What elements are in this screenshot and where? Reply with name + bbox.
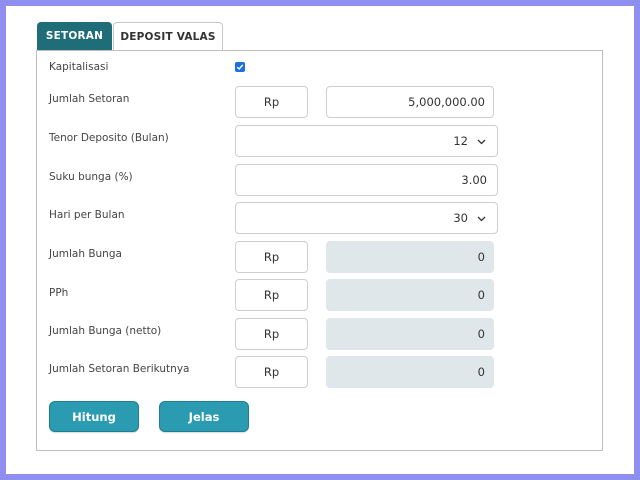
chevron-down-icon <box>477 139 486 144</box>
jelas-button[interactable]: Jelas <box>159 401 249 432</box>
jumlah-setoran-berikutnya-label: Jumlah Setoran Berikutnya <box>49 363 190 375</box>
jumlah-setoran-berikutnya-currency: Rp <box>235 356 308 388</box>
pph-currency: Rp <box>235 279 308 311</box>
pph-output: 0 <box>326 279 494 311</box>
page: SETORAN DEPOSIT VALAS Kapitalisasi Jumla… <box>6 6 634 474</box>
kapitalisasi-checkbox[interactable] <box>235 62 245 72</box>
jumlah-bunga-currency: Rp <box>235 241 308 273</box>
jumlah-setoran-berikutnya-output: 0 <box>326 356 494 388</box>
hari-per-bulan-value: 30 <box>453 211 468 225</box>
tenor-label: Tenor Deposito (Bulan) <box>49 132 169 144</box>
tab-deposit-valas[interactable]: DEPOSIT VALAS <box>113 22 223 50</box>
jumlah-bunga-output: 0 <box>326 241 494 273</box>
jumlah-bunga-netto-currency: Rp <box>235 318 308 350</box>
jumlah-bunga-netto-label: Jumlah Bunga (netto) <box>49 325 162 337</box>
hari-per-bulan-label: Hari per Bulan <box>49 209 125 221</box>
kapitalisasi-label: Kapitalisasi <box>49 61 109 73</box>
jumlah-bunga-label: Jumlah Bunga <box>49 248 122 260</box>
hari-per-bulan-select[interactable]: 30 <box>235 202 498 234</box>
hitung-button[interactable]: Hitung <box>49 401 139 432</box>
jumlah-setoran-label: Jumlah Setoran <box>49 93 130 105</box>
suku-bunga-input[interactable]: 3.00 <box>235 164 498 196</box>
tenor-select[interactable]: 12 <box>235 125 498 157</box>
tab-setoran[interactable]: SETORAN <box>37 22 112 50</box>
checkmark-icon <box>236 64 244 71</box>
chevron-down-icon <box>477 216 486 221</box>
tenor-value: 12 <box>453 134 468 148</box>
suku-bunga-label: Suku bunga (%) <box>49 171 133 183</box>
jumlah-setoran-input[interactable]: 5,000,000.00 <box>326 86 494 118</box>
pph-label: PPh <box>49 287 69 299</box>
jumlah-setoran-currency: Rp <box>235 86 308 118</box>
jumlah-bunga-netto-output: 0 <box>326 318 494 350</box>
deposit-form-panel: Kapitalisasi Jumlah Setoran Rp 5,000,000… <box>36 50 603 451</box>
